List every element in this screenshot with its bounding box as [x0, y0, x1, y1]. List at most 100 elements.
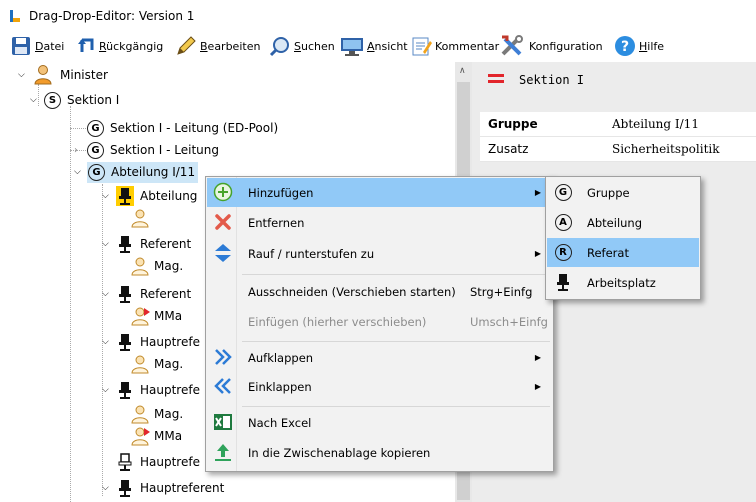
remove-icon: [213, 212, 233, 232]
menu-item-clipboard[interactable]: In die Zwischenablage kopieren: [207, 438, 551, 467]
plus-circle-icon: [213, 182, 233, 202]
department-badge-icon: A: [553, 212, 573, 232]
chair-icon: [119, 480, 131, 497]
group-badge-icon: G: [553, 182, 573, 202]
chevron-down-icon: ⌵: [102, 483, 109, 493]
expand-icon: [213, 347, 233, 367]
chevron-down-icon: ⌵: [74, 167, 81, 177]
person-icon: [131, 355, 149, 374]
tree-node-abteilung-leitung[interactable]: ⌵ Abteilung: [102, 185, 197, 207]
add-submenu: G Gruppe A Abteilung R Referat Arbeitspl…: [545, 176, 701, 300]
undo-icon: [78, 38, 94, 52]
tree-node-person[interactable]: Mag.: [130, 353, 183, 375]
tree-node-referent-2[interactable]: ⌵ Referent: [102, 283, 191, 305]
menu-item-paste: Einfügen (hierher verschieben) Umsch+Ein…: [248, 314, 548, 329]
section-badge-icon: S: [44, 91, 61, 109]
monitor-icon: [341, 38, 363, 56]
save-icon: [12, 37, 30, 55]
detail-row: Zusatz Sicherheitspolitik: [480, 137, 756, 162]
submenu-item-gruppe[interactable]: G Gruppe: [547, 178, 699, 207]
updown-icon: [213, 243, 233, 263]
comment-button[interactable]: Kommentar: [410, 30, 499, 62]
tree-node-sektion-leitung-ed[interactable]: G Sektion I - Leitung (ED-Pool): [87, 117, 278, 139]
chair-icon: [116, 186, 134, 206]
menu-separator: [242, 274, 550, 275]
submenu-item-arbeitsplatz[interactable]: Arbeitsplatz: [547, 268, 699, 297]
configuration-button[interactable]: Konfiguration: [500, 30, 603, 62]
detail-title: Sektion I: [519, 73, 585, 87]
tree-node-person[interactable]: MMa: [130, 305, 182, 327]
group-badge-icon: G: [88, 163, 105, 181]
detail-header: Sektion I: [472, 62, 756, 98]
tree-node-hauptreferent-1[interactable]: ⌵ Hauptrefe: [102, 331, 200, 353]
submenu-arrow-icon: ▶: [534, 382, 541, 391]
chevron-down-icon: ⌵: [102, 337, 109, 347]
person-icon: [131, 209, 149, 228]
chevron-down-icon: ⌵: [102, 289, 109, 299]
view-button[interactable]: Ansicht: [340, 30, 408, 62]
submenu-arrow-icon: ▶: [534, 353, 541, 362]
menu-item-excel[interactable]: Nach Excel: [207, 408, 551, 437]
chevron-down-icon: ⌵: [102, 191, 109, 201]
chair-icon: [119, 236, 131, 253]
tree-node-hauptreferent-2[interactable]: ⌵ Hauptrefe: [102, 379, 200, 401]
person-flag-icon: [131, 307, 150, 326]
file-button[interactable]: Datei: [10, 30, 64, 62]
menu-separator: [242, 406, 550, 407]
tree-node-hauptreferent-4[interactable]: ⌵ Hauptreferent: [102, 477, 224, 499]
menu-item-remove[interactable]: Entfernen: [207, 208, 551, 237]
app-icon: [10, 10, 20, 22]
submenu-arrow-icon: ▶: [534, 249, 541, 258]
help-icon: ?: [615, 36, 635, 56]
edit-button[interactable]: Bearbeiten: [175, 30, 260, 62]
menu-item-collapse[interactable]: Einklappen ▶: [207, 372, 551, 401]
tree-node-sektion[interactable]: ⌵ S Sektion I: [30, 89, 119, 111]
tree-node-hauptreferent-3[interactable]: Hauptrefe: [116, 451, 200, 473]
submenu-item-abteilung[interactable]: A Abteilung: [547, 208, 699, 237]
group-badge-icon: G: [87, 141, 104, 159]
tree-node-person[interactable]: Mag.: [130, 403, 183, 425]
detail-row: Gruppe Abteilung I/11: [480, 112, 756, 137]
tools-icon: [501, 35, 523, 56]
window-title: Drag-Drop-Editor: Version 1: [29, 9, 195, 23]
person-icon: [131, 257, 149, 276]
scroll-up-icon[interactable]: ∧: [459, 66, 466, 76]
chevron-down-icon: ⌵: [18, 70, 25, 80]
group-badge-icon: G: [87, 119, 104, 137]
chair-icon: [119, 334, 131, 351]
menu-item-cut[interactable]: Ausschneiden (Verschieben starten) Strg+…: [207, 277, 551, 306]
menu-item-expand[interactable]: Aufklappen ▶: [207, 343, 551, 372]
chevron-down-icon: ⌵: [102, 239, 109, 249]
tree-guide: [70, 106, 71, 502]
excel-icon: [213, 412, 233, 432]
toolbar: Datei Rückgängig Bearbeiten Suchen Ansic…: [0, 30, 756, 62]
chair-icon: [553, 272, 573, 292]
tree-node-person[interactable]: [130, 207, 150, 229]
search-icon: [269, 37, 289, 57]
tree-node-minister[interactable]: ⌵ Minister: [18, 64, 108, 86]
flag-icon: [488, 74, 504, 84]
tree-node-person[interactable]: Mag.: [130, 255, 183, 277]
tree-node-abteilung[interactable]: ⌵ G Abteilung I/11: [74, 161, 199, 183]
menu-item-promote-demote[interactable]: Rauf / runterstufen zu ▶: [207, 239, 551, 268]
person-flag-icon: [131, 427, 150, 446]
tree-node-person[interactable]: MMa: [130, 425, 182, 447]
submenu-item-referat[interactable]: R Referat: [547, 238, 699, 267]
chevron-right-icon: ›: [74, 144, 78, 156]
help-button[interactable]: ? Hilfe: [614, 30, 664, 62]
search-button[interactable]: Suchen: [269, 30, 335, 62]
title-bar: Drag-Drop-Editor: Version 1: [0, 0, 756, 30]
svg-text:?: ?: [621, 39, 629, 55]
tree-guide: [70, 128, 86, 129]
chair-outline-icon: [118, 453, 132, 471]
detail-table: Gruppe Abteilung I/11 Zusatz Sicherheits…: [480, 112, 756, 162]
tree-node-referent-1[interactable]: ⌵ Referent: [102, 233, 191, 255]
menu-separator: [242, 341, 550, 342]
chair-icon: [119, 286, 131, 303]
menu-item-add[interactable]: Hinzufügen ▶: [207, 178, 551, 207]
person-icon: [34, 65, 52, 85]
clipboard-upload-icon: [213, 442, 233, 462]
undo-button[interactable]: Rückgängig: [78, 30, 163, 62]
tree-node-sektion-leitung[interactable]: › G Sektion I - Leitung: [74, 139, 219, 161]
person-icon: [131, 405, 149, 424]
